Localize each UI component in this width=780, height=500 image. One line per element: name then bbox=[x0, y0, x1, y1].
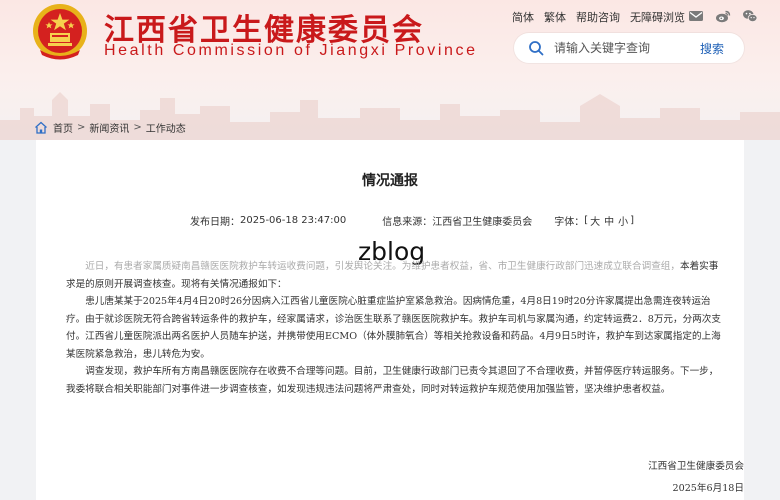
home-icon bbox=[35, 121, 47, 134]
breadcrumb: 首页 > 新闻资讯 > 工作动态 bbox=[34, 120, 186, 135]
breadcrumb-news[interactable]: 新闻资讯 bbox=[89, 120, 129, 135]
article-meta: 发布日期： 2025-06-18 23:47:00 信息来源： 江西省卫生健康委… bbox=[190, 213, 634, 228]
font-size-label: 字体： bbox=[554, 217, 585, 228]
paragraph-1-faded: 近日，有患者家属质疑南昌赣医医院救护车转运收费问题，引发舆论关注。为维护患者权益… bbox=[85, 261, 680, 272]
search-box: 搜索 bbox=[514, 33, 744, 63]
breadcrumb-separator: > bbox=[77, 122, 86, 133]
weibo-icon[interactable] bbox=[715, 8, 731, 24]
signature: 江西省卫生健康委员会 bbox=[648, 461, 744, 472]
search-icon bbox=[529, 41, 544, 56]
breadcrumb-separator: > bbox=[133, 122, 142, 133]
breadcrumb-home[interactable]: 首页 bbox=[53, 120, 73, 135]
article-body: 近日，有患者家属质疑南昌赣医医院救护车转运收费问题，引发舆论关注。为维护患者权益… bbox=[66, 258, 722, 398]
paragraph-3: 调查发现，救护车所有方南昌赣医医院存在收费不合理等问题。目前，卫生健康行政部门已… bbox=[66, 366, 719, 395]
article-title: 情况通报 bbox=[362, 173, 418, 189]
source-label: 信息来源： bbox=[382, 217, 433, 228]
search-input[interactable] bbox=[554, 41, 688, 55]
simplified-chinese-link[interactable]: 简体 bbox=[512, 9, 534, 25]
font-bracket-close: ] bbox=[630, 215, 635, 226]
font-bracket-open: [ bbox=[584, 215, 589, 226]
mail-icon[interactable] bbox=[688, 8, 704, 24]
site-header: 江西省卫生健康委员会 Health Commission of Jiangxi … bbox=[0, 0, 780, 140]
font-size-large[interactable]: 大 bbox=[590, 213, 600, 228]
top-links: 简体 繁体 帮助咨询 无障碍浏览 bbox=[512, 9, 695, 25]
publish-date-label: 发布日期： bbox=[190, 217, 240, 228]
signature-date: 2025年6月18日 bbox=[672, 483, 744, 494]
wechat-icon[interactable] bbox=[742, 8, 758, 24]
accessibility-link[interactable]: 无障碍浏览 bbox=[630, 9, 685, 25]
site-subtitle: Health Commission of Jiangxi Province bbox=[104, 42, 478, 59]
font-size-medium[interactable]: 中 bbox=[604, 213, 614, 228]
article-card: 情况通报 发布日期： 2025-06-18 23:47:00 信息来源： 江西省… bbox=[36, 140, 744, 500]
publish-date-value: 2025-06-18 23:47:00 bbox=[240, 215, 347, 226]
breadcrumb-work-updates[interactable]: 工作动态 bbox=[146, 120, 186, 135]
top-icons bbox=[688, 8, 769, 24]
paragraph-1: 近日，有患者家属质疑南昌赣医医院救护车转运收费问题，引发舆论关注。为维护患者权益… bbox=[66, 258, 722, 293]
source-value: 江西省卫生健康委员会 bbox=[432, 217, 533, 228]
search-button[interactable]: 搜索 bbox=[700, 40, 724, 57]
traditional-chinese-link[interactable]: 繁体 bbox=[544, 9, 566, 25]
font-size-small[interactable]: 小 bbox=[618, 213, 628, 228]
national-emblem-icon bbox=[33, 4, 87, 60]
paragraph-2: 患儿唐某某于2025年4月4日20时26分因病入江西省儿童医院心脏重症监护室紧急… bbox=[66, 296, 721, 360]
help-consult-link[interactable]: 帮助咨询 bbox=[576, 9, 620, 25]
